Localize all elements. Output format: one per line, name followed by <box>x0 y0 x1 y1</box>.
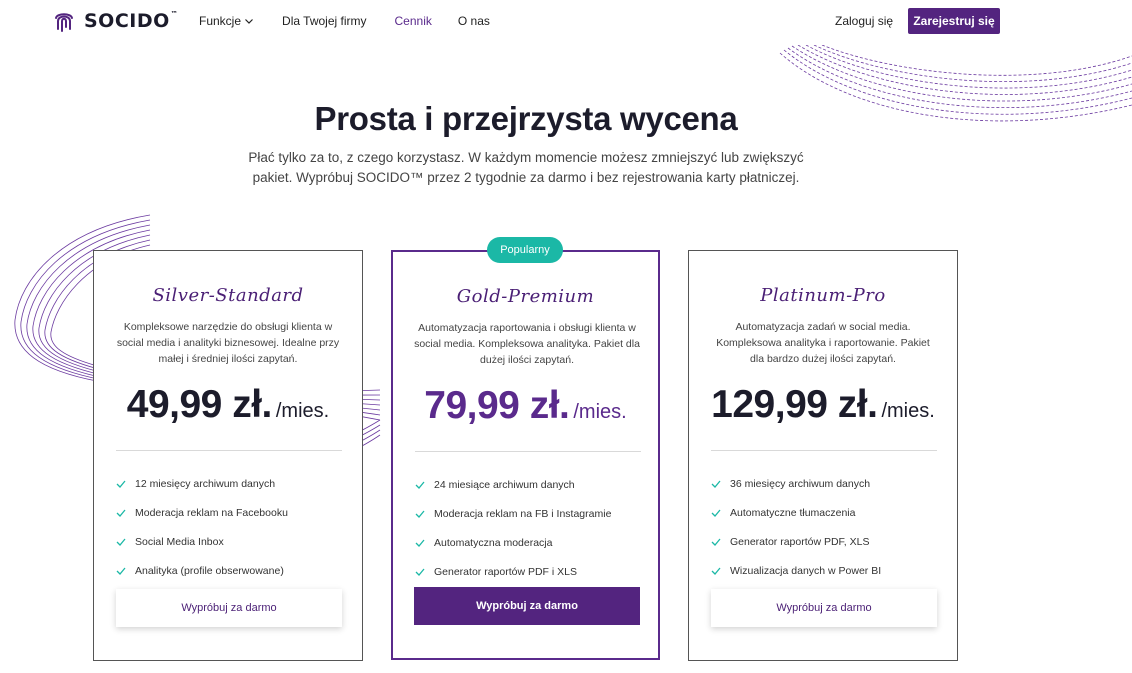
check-icon <box>711 567 721 575</box>
plan-description: Automatyzacja raportowania i obsługi kli… <box>414 322 640 366</box>
try-free-button[interactable]: Wypróbuj za darmo <box>116 589 342 627</box>
feature-item: Generator raportów PDF, XLS <box>711 527 881 556</box>
feature-item: Moderacja reklam na Facebooku <box>116 498 288 527</box>
feature-item: Social Media Inbox <box>116 527 288 556</box>
try-free-button[interactable]: Wypróbuj za darmo <box>414 587 640 625</box>
feature-list: 24 miesiące archiwum danych Moderacja re… <box>415 470 611 586</box>
plan-name: Gold-Premium <box>456 286 595 307</box>
login-link[interactable]: Zaloguj się <box>835 14 893 28</box>
feature-item: 24 miesiące archiwum danych <box>415 470 611 499</box>
check-icon <box>415 539 425 547</box>
divider <box>415 451 641 452</box>
feature-list: 36 miesięcy archiwum danych Automatyczne… <box>711 469 881 585</box>
plan-price: 79,99 zł./mies. <box>393 384 658 428</box>
feature-item: Automatyczne tłumaczenia <box>711 498 881 527</box>
price-amount: 79,99 zł. <box>424 384 570 427</box>
page-title: Prosta i przejrzysta wycena <box>314 100 738 137</box>
feature-item: Analityka (profile obserwowane) <box>116 556 288 585</box>
price-period: /mies. <box>275 400 330 422</box>
feature-item: Moderacja reklam na FB i Instagramie <box>415 499 611 528</box>
plan-description: Kompleksowe narzędzie do obsługi klienta… <box>116 321 340 365</box>
check-icon <box>711 480 721 488</box>
plan-description: Automatyzacja zadań w social media. Komp… <box>716 321 930 365</box>
feature-item: 36 miesięcy archiwum danych <box>711 469 881 498</box>
logo[interactable]: SOCIDO™ <box>52 9 178 33</box>
check-icon <box>116 567 126 575</box>
plan-name: Silver-Standard <box>152 285 304 306</box>
feature-item: Wizualizacja danych w Power BI <box>711 556 881 585</box>
check-icon <box>711 509 721 517</box>
popular-badge: Popularny <box>487 237 563 263</box>
plan-price: 49,99 zł./mies. <box>94 383 362 427</box>
feature-list: 12 miesięcy archiwum danych Moderacja re… <box>116 469 288 585</box>
nav-link-dla-twojej-firmy[interactable]: Dla Twojej firmy <box>282 14 366 28</box>
check-icon <box>116 480 126 488</box>
chevron-down-icon <box>245 19 253 24</box>
pricing-card-platinum: Platinum-Pro Automatyzacja zadań w socia… <box>688 250 958 661</box>
check-icon <box>711 538 721 546</box>
check-icon <box>116 538 126 546</box>
pricing-card-silver: Silver-Standard Kompleksowe narzędzie do… <box>93 250 363 661</box>
check-icon <box>415 568 425 576</box>
try-free-button[interactable]: Wypróbuj za darmo <box>711 589 937 627</box>
pricing-card-gold: Gold-Premium Automatyzacja raportowania … <box>391 250 660 660</box>
divider <box>711 450 937 451</box>
nav-link-label: Funkcje <box>199 14 242 28</box>
check-icon <box>116 509 126 517</box>
feature-item: 12 miesięcy archiwum danych <box>116 469 288 498</box>
check-icon <box>415 510 425 518</box>
feature-item: Automatyczna moderacja <box>415 528 611 557</box>
page-subtitle: Płać tylko za to, z czego korzystasz. W … <box>248 150 804 185</box>
top-navbar: SOCIDO™ Funkcje Dla Twojej firmy Cennik … <box>0 0 1132 42</box>
nav-link-cennik[interactable]: Cennik <box>395 14 432 28</box>
price-amount: 49,99 zł. <box>126 383 273 426</box>
feature-item: Generator raportów PDF i XLS <box>415 557 611 586</box>
plan-price: 129,99 zł./mies. <box>689 383 957 427</box>
nav-link-funkcje[interactable]: Funkcje <box>199 14 254 28</box>
nav-link-o-nas[interactable]: O nas <box>458 14 490 28</box>
fingerprint-logo-icon <box>55 13 73 32</box>
price-period: /mies. <box>881 400 935 422</box>
register-button[interactable]: Zarejestruj się <box>908 8 1000 34</box>
logo-text: SOCIDO™ <box>84 10 179 32</box>
check-icon <box>415 481 425 489</box>
price-amount: 129,99 zł. <box>711 383 878 426</box>
plan-name: Platinum-Pro <box>760 285 886 306</box>
price-period: /mies. <box>573 401 627 423</box>
nav-links: Funkcje Dla Twojej firmy Cennik O nas <box>199 14 490 28</box>
divider <box>116 450 342 451</box>
